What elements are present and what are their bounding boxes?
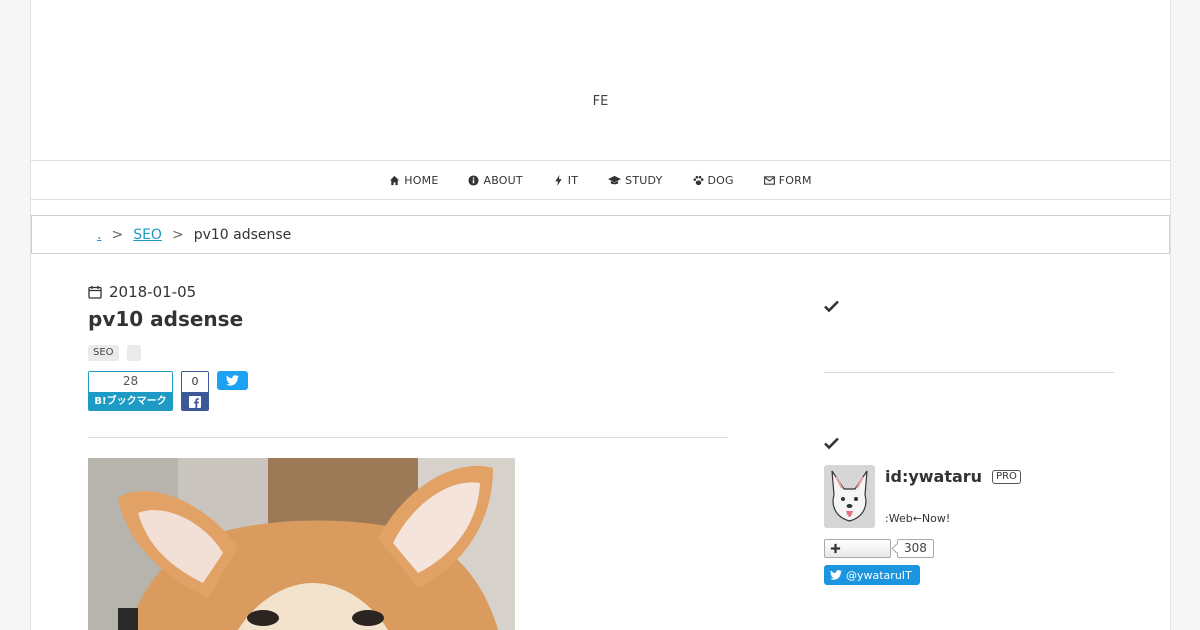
breadcrumb-current: pv10 adsense xyxy=(193,226,292,243)
profile-description: :Web←Now! xyxy=(885,512,951,525)
profile-module: id:ywataru PRO :Web←Now! xyxy=(824,465,1114,528)
pro-badge: PRO xyxy=(992,469,1021,484)
check-icon xyxy=(824,300,839,313)
site-title[interactable]: FE xyxy=(31,94,1170,109)
sidebar-heading xyxy=(824,298,1114,318)
global-nav: HOME ABOUT IT STUDY DOG FORM xyxy=(31,160,1170,200)
subscriber-count: 308 xyxy=(897,539,934,558)
dog-avatar-illustration xyxy=(824,465,875,528)
profile-user-row: id:ywataru PRO xyxy=(885,467,1021,486)
category-tags: SEO xyxy=(88,345,728,361)
sidebar: id:ywataru PRO :Web←Now! 308 @ywataruIT xyxy=(824,298,1114,585)
envelope-icon xyxy=(763,175,775,185)
profile-user-id[interactable]: id:ywataru xyxy=(885,467,982,486)
plus-icon xyxy=(830,543,841,554)
nav-item-about[interactable]: ABOUT xyxy=(468,173,523,187)
breadcrumb-separator: > xyxy=(111,226,124,243)
article-divider xyxy=(88,437,728,438)
bolt-icon xyxy=(555,174,562,186)
facebook-share-button[interactable]: 0 xyxy=(181,371,209,411)
home-icon xyxy=(390,175,400,185)
graduation-cap-icon xyxy=(608,175,622,184)
profile-info: id:ywataru PRO :Web←Now! xyxy=(885,465,1021,528)
subscribe-button[interactable] xyxy=(824,539,891,558)
subscribe-widget: 308 xyxy=(824,539,1114,558)
entry-title[interactable]: pv10 adsense xyxy=(88,307,728,331)
breadcrumb-home-link[interactable]: . xyxy=(97,227,101,243)
entry-date: 2018-01-05 xyxy=(88,283,728,301)
breadcrumb-category-link[interactable]: SEO xyxy=(133,227,162,243)
breadcrumb: . > SEO > pv10 adsense xyxy=(31,215,1170,254)
hatena-bookmark-label: B!ブックマーク xyxy=(89,392,172,410)
twitter-icon xyxy=(226,375,239,386)
nav-item-study[interactable]: STUDY xyxy=(608,174,662,187)
twitter-follow-button[interactable]: @ywataruIT xyxy=(824,565,920,585)
paw-icon xyxy=(693,175,703,185)
avatar[interactable] xyxy=(824,465,875,528)
check-icon xyxy=(824,437,839,450)
twitter-share-button[interactable] xyxy=(217,371,248,390)
nav-label: FORM xyxy=(778,173,812,187)
twitter-handle: @ywataruIT xyxy=(846,568,912,582)
category-tag-blank[interactable] xyxy=(126,345,141,361)
category-tag-seo[interactable]: SEO xyxy=(88,345,119,361)
facebook-icon xyxy=(189,395,201,408)
page-frame: FE HOME ABOUT IT STUDY DOG FORM . > SEO xyxy=(30,0,1171,630)
nav-label: STUDY xyxy=(625,173,663,187)
nav-item-home[interactable]: HOME xyxy=(389,174,438,187)
info-icon xyxy=(468,174,480,186)
nav-item-it[interactable]: IT xyxy=(553,174,578,187)
breadcrumb-separator: > xyxy=(171,226,184,243)
share-buttons: 28 B!ブックマーク 0 xyxy=(88,371,728,411)
sidebar-divider xyxy=(824,372,1114,373)
entry-date-text[interactable]: 2018-01-05 xyxy=(109,283,196,301)
nav-label: ABOUT xyxy=(483,173,523,187)
facebook-share-label xyxy=(182,392,208,410)
facebook-share-count: 0 xyxy=(182,372,208,392)
article-header: 2018-01-05 pv10 adsense SEO 28 B!ブックマーク … xyxy=(88,283,728,411)
hatena-bookmark-button[interactable]: 28 B!ブックマーク xyxy=(88,371,173,411)
nav-label: HOME xyxy=(404,173,439,187)
nav-label: DOG xyxy=(707,173,734,187)
nav-item-dog[interactable]: DOG xyxy=(693,174,734,187)
article-hero-image xyxy=(88,458,515,630)
nav-label: IT xyxy=(567,173,579,187)
nav-item-form[interactable]: FORM xyxy=(763,173,812,187)
corgi-photo xyxy=(88,458,515,630)
calendar-icon xyxy=(88,286,102,299)
hatena-bookmark-count: 28 xyxy=(89,372,172,392)
sidebar-heading-profile xyxy=(824,435,1114,455)
twitter-icon xyxy=(830,570,842,580)
